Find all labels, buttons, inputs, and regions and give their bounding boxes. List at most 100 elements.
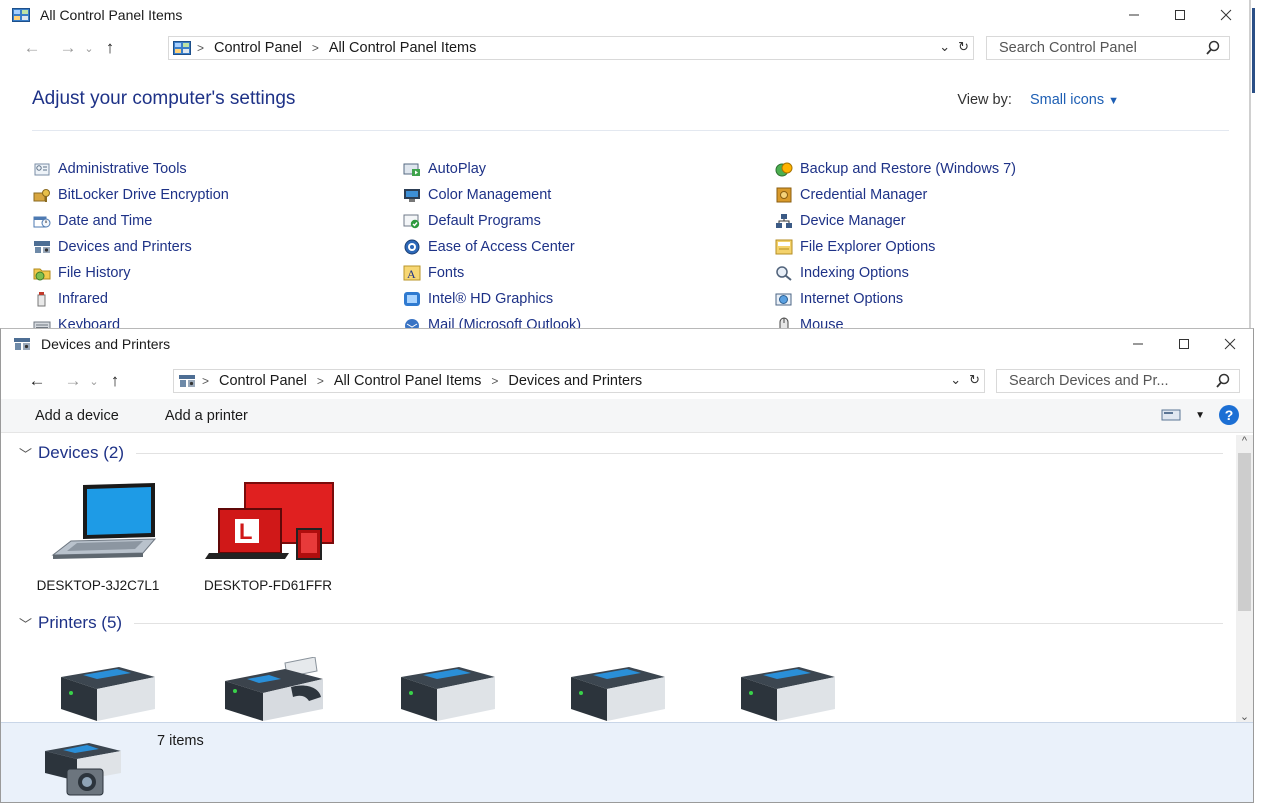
printer-tile[interactable] bbox=[193, 656, 343, 723]
cp-item-credential-manager[interactable]: Credential Manager bbox=[774, 184, 927, 206]
view-by-dropdown[interactable]: Small icons ▼ bbox=[1030, 92, 1119, 108]
address-bar[interactable]: > Control Panel > All Control Panel Item… bbox=[173, 369, 985, 393]
group-header-devices[interactable]: ﹀ Devices (2) bbox=[19, 443, 1223, 463]
ease-of-access-icon bbox=[402, 238, 422, 256]
add-device-button[interactable]: Add a device bbox=[35, 408, 119, 424]
cp-item-label: Device Manager bbox=[800, 213, 906, 229]
cp-item-internet-options[interactable]: Internet Options bbox=[774, 288, 903, 310]
cp-item-ease-of-access[interactable]: Ease of Access Center bbox=[402, 236, 575, 258]
group-divider bbox=[135, 452, 1223, 454]
scroll-up-arrow-icon[interactable]: ^ bbox=[1236, 435, 1253, 447]
devices-camera-icon bbox=[45, 743, 121, 796]
search-icon bbox=[1206, 40, 1220, 55]
default-programs-icon bbox=[402, 212, 422, 230]
title-bar: Devices and Printers bbox=[1, 329, 1253, 359]
cp-item-label: AutoPlay bbox=[428, 161, 487, 177]
help-icon[interactable]: ? bbox=[1219, 405, 1239, 425]
devices-printers-window: Devices and Printers ← → ⌄ ↑ > Control P… bbox=[0, 328, 1254, 803]
view-by: View by: Small icons ▼ bbox=[957, 92, 1119, 108]
recent-locations-chevron-icon[interactable]: ⌄ bbox=[85, 375, 103, 388]
items-view: ﹀ Devices (2) DESKTOP-3J2C7L1 L DESKTOP-… bbox=[1, 435, 1237, 723]
page-title: Adjust your computer's settings bbox=[32, 88, 296, 109]
address-bar[interactable]: > Control Panel > All Control Panel Item… bbox=[168, 36, 974, 60]
computer-red-icon: L bbox=[205, 482, 334, 560]
credential-manager-icon bbox=[774, 186, 794, 204]
cp-item-label: Internet Options bbox=[800, 291, 904, 307]
close-button[interactable] bbox=[1203, 0, 1249, 30]
device-tile[interactable]: L DESKTOP-FD61FFR bbox=[193, 479, 343, 594]
up-arrow-icon[interactable]: ↑ bbox=[103, 371, 127, 391]
cp-item-label: Fonts bbox=[428, 265, 465, 281]
cp-item-infrared[interactable]: Infrared bbox=[32, 288, 108, 310]
breadcrumb-separator-icon: > bbox=[316, 374, 324, 388]
search-input[interactable]: Search Control Panel bbox=[986, 36, 1230, 60]
cp-item-label: Date and Time bbox=[58, 213, 153, 229]
cp-item-backup-restore[interactable]: Backup and Restore (Windows 7) bbox=[774, 158, 1016, 180]
cp-item-label: BitLocker Drive Encryption bbox=[58, 187, 229, 203]
refresh-icon[interactable]: ↻ bbox=[958, 39, 969, 55]
device-tile[interactable]: DESKTOP-3J2C7L1 bbox=[23, 479, 173, 594]
close-button[interactable] bbox=[1207, 329, 1253, 359]
view-options-chevron-icon[interactable]: ▼ bbox=[1195, 410, 1205, 421]
address-dropdown-icon[interactable]: ⌄ bbox=[939, 39, 950, 55]
file-explorer-options-icon bbox=[774, 238, 794, 256]
group-title-printers: Printers (5) bbox=[38, 613, 123, 632]
minimize-button[interactable] bbox=[1111, 0, 1157, 30]
breadcrumb-control-panel[interactable]: Control Panel bbox=[214, 40, 302, 56]
printer-tile[interactable] bbox=[533, 657, 683, 723]
breadcrumb-devices-printers[interactable]: Devices and Printers bbox=[508, 373, 642, 389]
recent-locations-chevron-icon[interactable]: ⌄ bbox=[80, 42, 98, 55]
cp-item-file-history[interactable]: File History bbox=[32, 262, 131, 284]
cp-item-devices-printers[interactable]: Devices and Printers bbox=[32, 236, 192, 258]
cp-item-indexing-options[interactable]: Indexing Options bbox=[774, 262, 909, 284]
cp-item-autoplay[interactable]: AutoPlay bbox=[402, 158, 486, 180]
breadcrumb-control-panel[interactable]: Control Panel bbox=[219, 373, 307, 389]
printer-tile[interactable] bbox=[363, 657, 513, 723]
fonts-icon: A bbox=[402, 264, 422, 282]
view-by-value: Small icons bbox=[1029, 92, 1105, 108]
back-arrow-icon[interactable]: ← bbox=[25, 371, 49, 391]
window-title: Devices and Printers bbox=[41, 336, 171, 352]
cp-item-file-explorer-options[interactable]: File Explorer Options bbox=[774, 236, 935, 258]
search-placeholder: Search Devices and Pr... bbox=[1009, 373, 1169, 389]
change-view-icon[interactable] bbox=[1161, 408, 1181, 422]
bitlocker-icon bbox=[32, 186, 52, 204]
cp-item-administrative-tools[interactable]: Administrative Tools bbox=[32, 158, 187, 180]
breadcrumb-separator-icon: > bbox=[202, 374, 210, 388]
cp-item-color-management[interactable]: Color Management bbox=[402, 184, 551, 206]
cp-item-default-programs[interactable]: Default Programs bbox=[402, 210, 541, 232]
back-arrow-icon[interactable]: ← bbox=[20, 38, 44, 58]
control-panel-icon bbox=[173, 41, 191, 55]
printer-tile[interactable] bbox=[703, 657, 853, 723]
maximize-button[interactable] bbox=[1157, 0, 1203, 30]
search-input[interactable]: Search Devices and Pr... bbox=[996, 369, 1240, 393]
up-arrow-icon[interactable]: ↑ bbox=[98, 38, 122, 58]
forward-arrow-icon[interactable]: → bbox=[56, 38, 80, 58]
printer-tile[interactable] bbox=[23, 657, 173, 723]
scrollbar-thumb[interactable] bbox=[1238, 453, 1251, 611]
cp-item-fonts[interactable]: A Fonts bbox=[402, 262, 464, 284]
admin-tools-icon bbox=[32, 160, 52, 178]
cp-item-label: Infrared bbox=[58, 291, 108, 307]
breadcrumb-all-items[interactable]: All Control Panel Items bbox=[329, 40, 476, 56]
cp-item-label: Devices and Printers bbox=[58, 239, 192, 255]
minimize-button[interactable] bbox=[1115, 329, 1161, 359]
vertical-scrollbar[interactable]: ^ ⌄ bbox=[1236, 435, 1253, 723]
group-title-devices: Devices (2) bbox=[38, 443, 124, 462]
breadcrumb-all-items[interactable]: All Control Panel Items bbox=[334, 373, 481, 389]
date-time-icon bbox=[32, 212, 52, 230]
group-header-printers[interactable]: ﹀ Printers (5) bbox=[19, 613, 1223, 633]
cp-item-label: Administrative Tools bbox=[58, 161, 187, 177]
address-dropdown-icon[interactable]: ⌄ bbox=[950, 372, 961, 388]
maximize-button[interactable] bbox=[1161, 329, 1207, 359]
refresh-icon[interactable]: ↻ bbox=[969, 372, 980, 388]
add-printer-button[interactable]: Add a printer bbox=[165, 408, 248, 424]
forward-arrow-icon[interactable]: → bbox=[61, 371, 85, 391]
cp-item-device-manager[interactable]: Device Manager bbox=[774, 210, 906, 232]
cp-item-intel-graphics[interactable]: Intel® HD Graphics bbox=[402, 288, 553, 310]
cp-item-date-time[interactable]: Date and Time bbox=[32, 210, 152, 232]
cp-item-label: Backup and Restore (Windows 7) bbox=[800, 161, 1016, 177]
cp-item-label: File History bbox=[58, 265, 131, 281]
window-accent-stripe bbox=[1252, 8, 1255, 93]
cp-item-bitlocker[interactable]: BitLocker Drive Encryption bbox=[32, 184, 229, 206]
